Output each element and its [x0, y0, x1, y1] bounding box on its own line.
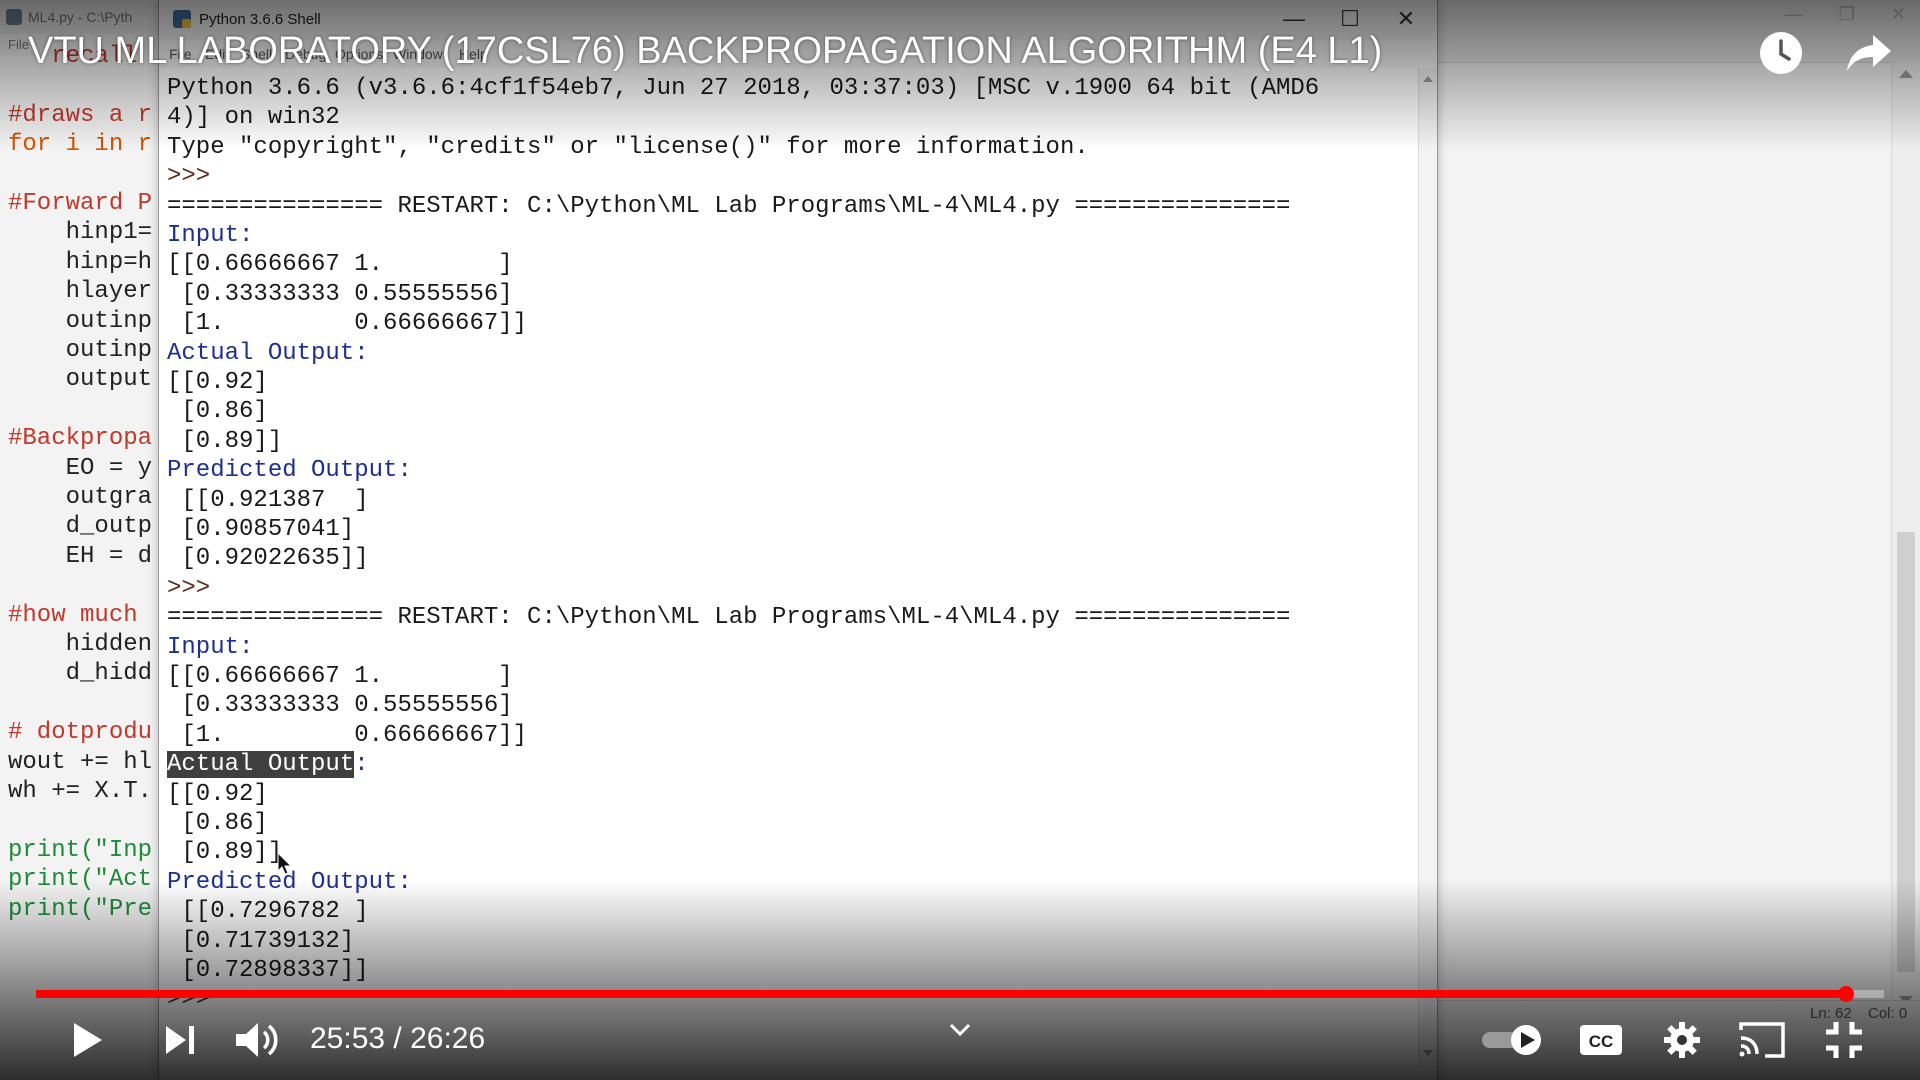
editor-code-line: outinp	[8, 337, 153, 364]
svg-text:CC: CC	[1589, 1032, 1614, 1051]
editor-code-line: print("Pre	[8, 895, 153, 923]
editor-window: ML4.py - C:\Pyth File recall #draws a r fo…	[0, 0, 161, 1080]
editor-code-line: print("Act	[8, 866, 153, 894]
progress-played	[36, 990, 1846, 998]
gear-icon[interactable]	[1660, 1012, 1704, 1068]
shell-line: [[0.921387 ]	[167, 486, 369, 514]
shell-line: [0.86]	[167, 810, 268, 837]
shell-line: [0.33333333 0.55555556]	[167, 280, 513, 308]
python-shell-window: Python 3.6.6 Shell — ☐ ✕ File Edit Shell De…	[158, 0, 1438, 1080]
shell-line: >>>	[167, 574, 211, 602]
editor-code-line: hidden	[8, 631, 153, 658]
shell-line: [[0.92]	[167, 369, 268, 396]
background-editor-right: — ❐ ✕ Ln: 62 Col: 0	[1436, 0, 1920, 1080]
mouse-cursor-icon	[277, 851, 293, 881]
editor-code-line: outinp	[8, 307, 153, 335]
background-scrollbar[interactable]	[1891, 62, 1920, 1012]
selected-text-suffix: :	[354, 751, 369, 779]
shell-line: Python 3.6.6 (v3.6.6:4cf1f54eb7, Jun 27 …	[167, 75, 1320, 102]
shell-line: [0.72898337]]	[167, 957, 369, 984]
editor-code-line: d_hidd	[8, 660, 153, 688]
editor-code-line: #Backpropa	[8, 425, 153, 453]
editor-code-line: wout += hl	[8, 748, 153, 776]
time-current: 25:53	[310, 1022, 386, 1055]
shell-line: Actual Output:	[167, 339, 369, 367]
cast-icon[interactable]	[1736, 1012, 1788, 1068]
editor-code-line: print("Inp	[8, 836, 153, 864]
time-display: 25:53 / 26:26	[310, 1022, 485, 1056]
editor-titlebar: ML4.py - C:\Pyth	[0, 0, 160, 34]
time-total: 26:26	[410, 1022, 486, 1055]
editor-code-line: EH = d	[8, 542, 153, 570]
editor-code-line: outgra	[8, 484, 153, 511]
shell-line: [[0.7296782 ]	[167, 898, 369, 926]
shell-line: =============== RESTART: C:\Python\ML La…	[167, 192, 1291, 220]
shell-line: [[0.66666667 1. ]	[167, 251, 513, 279]
minimize-icon[interactable]: —	[1785, 4, 1803, 25]
scroll-up-icon[interactable]	[1423, 76, 1433, 82]
progress-scrubber[interactable]	[1837, 986, 1854, 1002]
player-controls: 25:53 / 26:26 CC	[0, 1012, 1920, 1068]
shell-line: Input:	[167, 222, 254, 249]
editor-code-line: output	[8, 366, 153, 394]
shell-line: [0.86]	[167, 398, 268, 426]
shell-line: [1. 0.66666667]]	[167, 310, 528, 338]
restore-icon[interactable]: ❐	[1839, 4, 1855, 25]
close-icon[interactable]: ✕	[1395, 6, 1417, 32]
editor-code-line: EO = y	[8, 454, 153, 482]
editor-code-line: #draws a r	[8, 101, 153, 129]
close-icon[interactable]: ✕	[1891, 4, 1906, 25]
shell-line: Predicted Output:	[167, 457, 412, 485]
shell-line: Type "copyright", "credits" or "license(…	[167, 133, 1089, 161]
editor-code-line: hlayer	[8, 278, 153, 306]
shell-line: [0.71739132]	[167, 927, 355, 955]
shell-line: [0.33333333 0.55555556]	[167, 692, 513, 720]
minimize-icon[interactable]: —	[1283, 6, 1305, 32]
cc-icon[interactable]: CC	[1578, 1012, 1624, 1068]
shell-line: [0.92022635]]	[167, 545, 369, 573]
top-right-actions	[1756, 28, 1894, 78]
editor-code-line: hinp=h	[8, 248, 153, 276]
play-icon[interactable]	[64, 1012, 112, 1068]
background-window-controls: — ❐ ✕	[1785, 4, 1906, 25]
shell-line: [[0.92]	[167, 780, 268, 808]
maximize-icon[interactable]: ☐	[1339, 6, 1361, 32]
shell-title: Python 3.6.6 Shell	[199, 10, 321, 28]
python-file-icon	[6, 9, 22, 25]
share-icon[interactable]	[1844, 28, 1894, 78]
editor-code-line: d_outp	[8, 513, 153, 541]
shell-line: >>>	[167, 163, 211, 191]
shell-line: Actual Output:	[167, 750, 369, 779]
shell-line: 4)] on win32	[167, 104, 340, 132]
editor-title: ML4.py - C:\Pyth	[28, 9, 133, 25]
editor-code-line: wh += X.T.	[8, 778, 153, 805]
exit-fullscreen-icon[interactable]	[1820, 1012, 1868, 1068]
progress-bar[interactable]	[36, 986, 1884, 1002]
next-icon[interactable]	[160, 1012, 200, 1068]
editor-code-line: #how much	[8, 601, 138, 629]
clock-icon[interactable]	[1756, 28, 1806, 78]
time-separator: /	[385, 1022, 411, 1055]
shell-window-controls: — ☐ ✕	[1283, 6, 1417, 32]
shell-scrollbar[interactable]	[1418, 68, 1437, 1068]
shell-line: [[0.66666667 1. ]	[167, 663, 513, 690]
shell-line: [0.89]]	[167, 427, 283, 455]
shell-line: [0.90857041]	[167, 516, 355, 543]
scroll-up-icon[interactable]	[1899, 70, 1913, 78]
scroll-thumb[interactable]	[1897, 532, 1915, 972]
editor-code-line: hinp1=	[8, 219, 153, 247]
selected-text[interactable]: Actual Output	[167, 751, 355, 779]
shell-line: [1. 0.66666667]]	[167, 721, 528, 749]
volume-icon[interactable]	[232, 1012, 284, 1068]
video-title[interactable]: VTU ML LABORATORY (17CSL76) BACKPROPAGAT…	[28, 30, 1382, 73]
editor-code-line: for i in r	[8, 131, 153, 159]
autoplay-toggle-icon[interactable]	[1480, 1012, 1544, 1068]
shell-line: =============== RESTART: C:\Python\ML La…	[167, 604, 1291, 632]
editor-code-line: # dotprodu	[8, 719, 153, 747]
shell-line: Input:	[167, 633, 254, 661]
python-icon	[173, 10, 191, 28]
editor-code-line: #Forward P	[8, 190, 153, 217]
shell-line: [0.89]]	[167, 839, 283, 867]
